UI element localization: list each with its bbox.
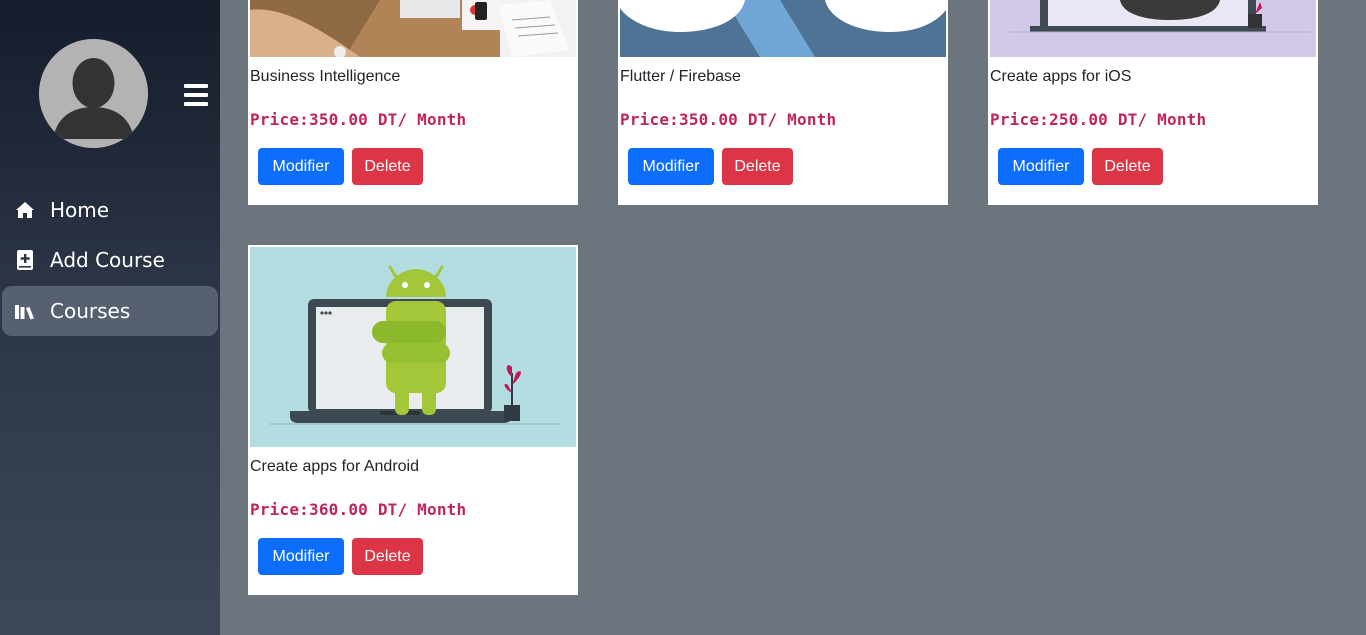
modify-button[interactable]: Modifier bbox=[998, 148, 1084, 185]
course-title: Create apps for Android bbox=[250, 458, 419, 475]
course-title: Create apps for iOS bbox=[990, 68, 1132, 85]
course-image bbox=[990, 0, 1316, 57]
modify-button[interactable]: Modifier bbox=[628, 148, 714, 185]
sidebar-item-add-course[interactable]: Add Course bbox=[2, 235, 218, 285]
course-price: Price:350.00 DT/ Month bbox=[250, 110, 467, 129]
course-price: Price:350.00 DT/ Month bbox=[620, 110, 837, 129]
user-silhouette-icon bbox=[39, 39, 148, 148]
course-title: Business Intelligence bbox=[250, 68, 401, 85]
sidebar: Home Add Course Courses bbox=[0, 0, 220, 635]
course-card: Business Intelligence Price:350.00 DT/ M… bbox=[248, 0, 578, 205]
scrollbar[interactable] bbox=[1358, 314, 1366, 635]
sidebar-item-home[interactable]: Home bbox=[2, 185, 218, 235]
delete-button[interactable]: Delete bbox=[352, 148, 423, 185]
home-icon bbox=[14, 199, 36, 221]
course-card: Create apps for Android Price:360.00 DT/… bbox=[248, 245, 578, 595]
avatar bbox=[39, 39, 148, 148]
course-image bbox=[250, 0, 576, 57]
book-plus-icon bbox=[14, 249, 36, 271]
sidebar-item-label: Home bbox=[50, 198, 110, 222]
sidebar-item-courses[interactable]: Courses bbox=[2, 286, 218, 336]
course-title: Flutter / Firebase bbox=[620, 68, 741, 85]
delete-button[interactable]: Delete bbox=[1092, 148, 1163, 185]
course-card: Flutter / Firebase Price:350.00 DT/ Mont… bbox=[618, 0, 948, 205]
books-icon bbox=[14, 300, 36, 322]
course-card: Create apps for iOS Price:250.00 DT/ Mon… bbox=[988, 0, 1318, 205]
sidebar-item-label: Courses bbox=[50, 299, 131, 323]
hamburger-icon[interactable] bbox=[184, 84, 210, 110]
modify-button[interactable]: Modifier bbox=[258, 148, 344, 185]
sidebar-item-label: Add Course bbox=[50, 248, 165, 272]
delete-button[interactable]: Delete bbox=[722, 148, 793, 185]
course-price: Price:250.00 DT/ Month bbox=[990, 110, 1207, 129]
course-image bbox=[250, 247, 576, 447]
course-image bbox=[620, 0, 946, 57]
modify-button[interactable]: Modifier bbox=[258, 538, 344, 575]
course-price: Price:360.00 DT/ Month bbox=[250, 500, 467, 519]
delete-button[interactable]: Delete bbox=[352, 538, 423, 575]
